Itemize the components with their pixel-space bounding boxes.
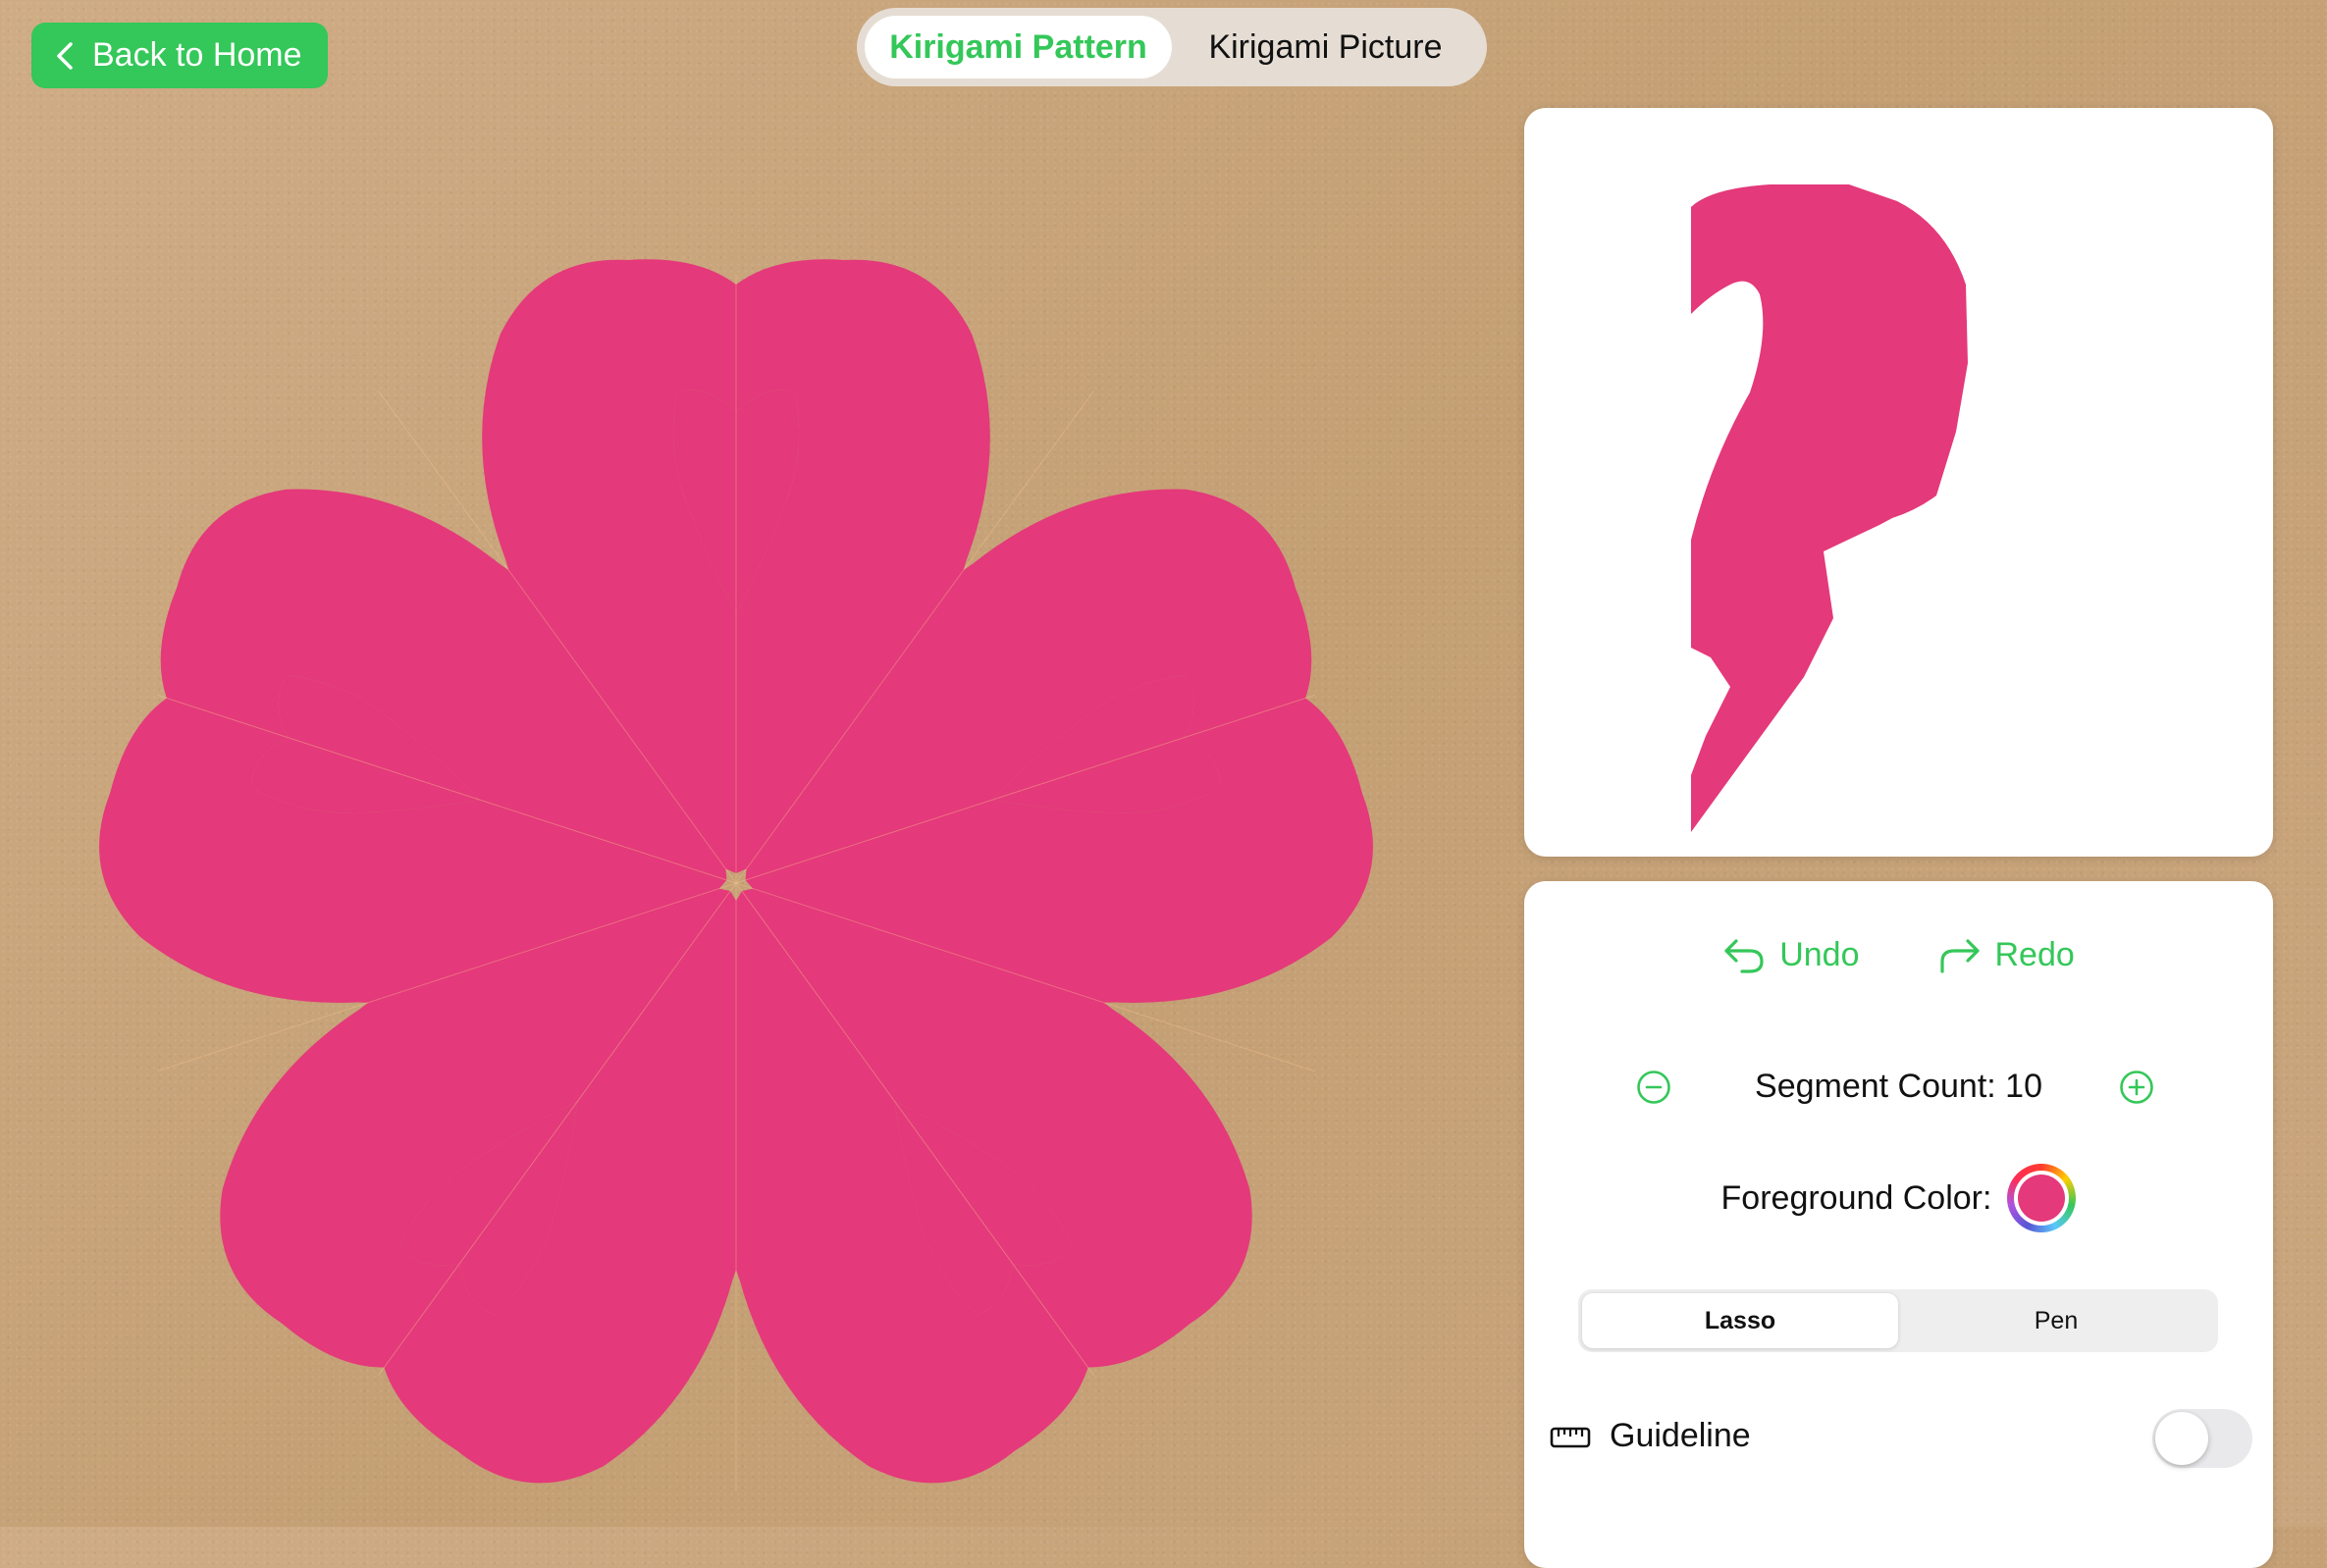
redo-icon xyxy=(1939,939,1980,973)
increase-segments-icon[interactable] xyxy=(2119,1070,2154,1105)
guideline-toggle[interactable] xyxy=(2152,1409,2252,1468)
controls-panel: Undo Redo Segment Count: 10 Foreground C… xyxy=(1524,881,2273,1568)
ruler-icon xyxy=(1550,1427,1591,1448)
tab-kirigami-picture[interactable]: Kirigami Picture xyxy=(1172,16,1479,78)
kirigami-canvas[interactable] xyxy=(64,245,1408,1538)
tool-pen[interactable]: Pen xyxy=(1898,1293,2214,1348)
foreground-color-label: Foreground Color: xyxy=(1720,1178,1992,1217)
chevron-left-icon xyxy=(57,41,73,70)
redo-label: Redo xyxy=(1994,935,2075,973)
segment-count-label: Segment Count: 10 xyxy=(1755,1068,2042,1105)
tab-kirigami-pattern[interactable]: Kirigami Pattern xyxy=(865,16,1172,78)
mode-segmented-control: Kirigami Pattern Kirigami Picture xyxy=(857,8,1487,86)
guideline-label: Guideline xyxy=(1610,1417,1751,1454)
tool-lasso[interactable]: Lasso xyxy=(1582,1293,1898,1348)
foreground-color-swatch xyxy=(2018,1175,2066,1222)
undo-icon xyxy=(1724,939,1764,973)
foreground-color-well[interactable] xyxy=(2007,1164,2077,1232)
back-to-home-label: Back to Home xyxy=(92,36,302,74)
preview-panel xyxy=(1524,108,2273,857)
drawing-tool-segmented-control: Lasso Pen xyxy=(1578,1289,2218,1352)
fold-preview-shape xyxy=(1691,184,1968,832)
undo-button[interactable]: Undo xyxy=(1722,935,1860,974)
back-to-home-button[interactable]: Back to Home xyxy=(31,23,328,88)
redo-button[interactable]: Redo xyxy=(1938,935,2075,974)
undo-label: Undo xyxy=(1779,935,1860,973)
kirigami-pattern xyxy=(64,259,1408,1538)
